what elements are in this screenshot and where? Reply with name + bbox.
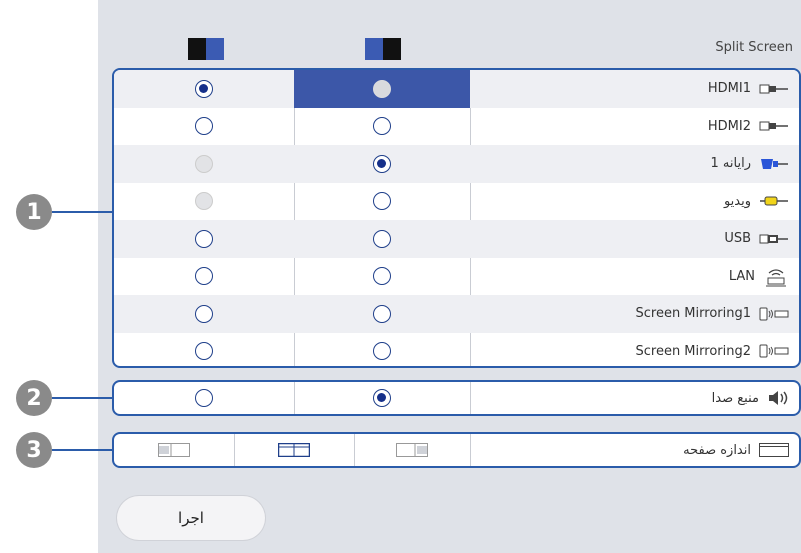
left-source-radio[interactable] (195, 304, 213, 323)
callout-3: 3 (16, 432, 52, 468)
rca-plug-icon (759, 195, 789, 207)
callout-2: 2 (16, 380, 52, 416)
right-cell (294, 220, 470, 258)
left-cell (114, 145, 294, 183)
vga-plug-icon (759, 157, 789, 171)
size-option-right[interactable] (354, 434, 470, 466)
source-label: USB (724, 231, 751, 247)
left-cell (114, 183, 294, 221)
right-cell (294, 295, 470, 333)
audio-group: منبع صدا (112, 380, 801, 416)
right-source-radio[interactable] (373, 79, 391, 98)
left-cell (114, 108, 294, 146)
right-cell (294, 145, 470, 183)
left-source-radio[interactable] (195, 342, 213, 361)
right-cell (294, 258, 470, 296)
source-label: HDMI1 (707, 81, 751, 97)
source-label-wrap: HDMI2 (708, 108, 789, 146)
usb-plug-icon (759, 233, 789, 245)
left-cell (114, 220, 294, 258)
screen-size-icon (759, 443, 789, 457)
audio-left-radio[interactable] (195, 389, 213, 407)
screen-size-group: اندازه صفحه (112, 432, 801, 468)
right-source-radio[interactable] (373, 117, 391, 136)
mirroring-icon (759, 307, 789, 321)
size-option-left[interactable] (114, 434, 234, 466)
split-left-icon (188, 38, 224, 60)
right-cell (294, 108, 470, 146)
right-source-radio[interactable] (373, 229, 391, 248)
source-label: Screen Mirroring2 (635, 343, 751, 359)
left-source-radio[interactable] (195, 229, 213, 248)
source-label: ویدیو (723, 193, 751, 209)
size-equal-icon (278, 443, 310, 457)
screen-size-label: اندازه صفحه (683, 442, 751, 458)
source-row: ویدیو (114, 183, 799, 221)
size-option-equal[interactable] (234, 434, 354, 466)
callout-1: 1 (16, 194, 52, 230)
right-source-radio[interactable] (373, 267, 391, 286)
left-cell (114, 333, 294, 367)
source-label-wrap: HDMI1 (708, 70, 789, 108)
size-right-small-icon (396, 443, 428, 457)
right-source-radio[interactable] (373, 154, 391, 173)
right-cell (294, 333, 470, 367)
hdmi-plug-icon (759, 83, 789, 95)
source-row: USB (114, 220, 799, 258)
mirroring-icon (759, 344, 789, 358)
source-label: HDMI2 (707, 118, 751, 134)
source-label-wrap: Screen Mirroring1 (635, 295, 789, 333)
left-source-radio (195, 192, 213, 211)
left-source-radio[interactable] (195, 79, 213, 98)
right-source-radio[interactable] (373, 192, 391, 211)
divider (470, 434, 471, 466)
left-source-radio[interactable] (195, 267, 213, 286)
source-row: HDMI2 (114, 108, 799, 146)
lan-wireless-icon (763, 265, 789, 287)
source-label: LAN (728, 268, 755, 284)
page-title: Split Screen (715, 40, 793, 55)
source-row: Screen Mirroring2 (114, 333, 799, 367)
source-row: Screen Mirroring1 (114, 295, 799, 333)
execute-button[interactable]: اجرا (117, 496, 265, 540)
source-row: HDMI1 (114, 70, 799, 108)
source-label-wrap: ویدیو (724, 183, 789, 221)
audio-source-label: منبع صدا (711, 390, 759, 406)
hdmi-plug-icon (759, 120, 789, 132)
callout-1-line (52, 211, 112, 213)
source-group: HDMI1 HDMI2 رایانه 1 ویدیو USB LAN Screen Mirr… (112, 68, 801, 368)
source-label-wrap: Screen Mirroring2 (635, 333, 789, 367)
source-label-wrap: USB (724, 220, 789, 258)
size-left-small-icon (158, 443, 190, 457)
source-label-wrap: رایانه 1 (711, 145, 789, 183)
left-cell (114, 295, 294, 333)
audio-right-radio[interactable] (373, 389, 391, 407)
right-cell (294, 70, 470, 108)
audio-row: منبع صدا (114, 382, 799, 414)
source-label-wrap: LAN (729, 258, 789, 296)
source-row: LAN (114, 258, 799, 296)
right-source-radio[interactable] (373, 342, 391, 361)
speaker-icon (769, 391, 788, 405)
source-row: رایانه 1 (114, 145, 799, 183)
split-right-icon (365, 38, 401, 60)
left-cell (114, 70, 294, 108)
right-source-radio[interactable] (373, 304, 391, 323)
callout-3-line (52, 449, 112, 451)
left-source-radio (195, 154, 213, 173)
right-cell (294, 183, 470, 221)
callout-2-line (52, 397, 112, 399)
left-cell (114, 258, 294, 296)
left-source-radio[interactable] (195, 117, 213, 136)
source-label: Screen Mirroring1 (635, 306, 751, 322)
source-label: رایانه 1 (710, 156, 751, 172)
